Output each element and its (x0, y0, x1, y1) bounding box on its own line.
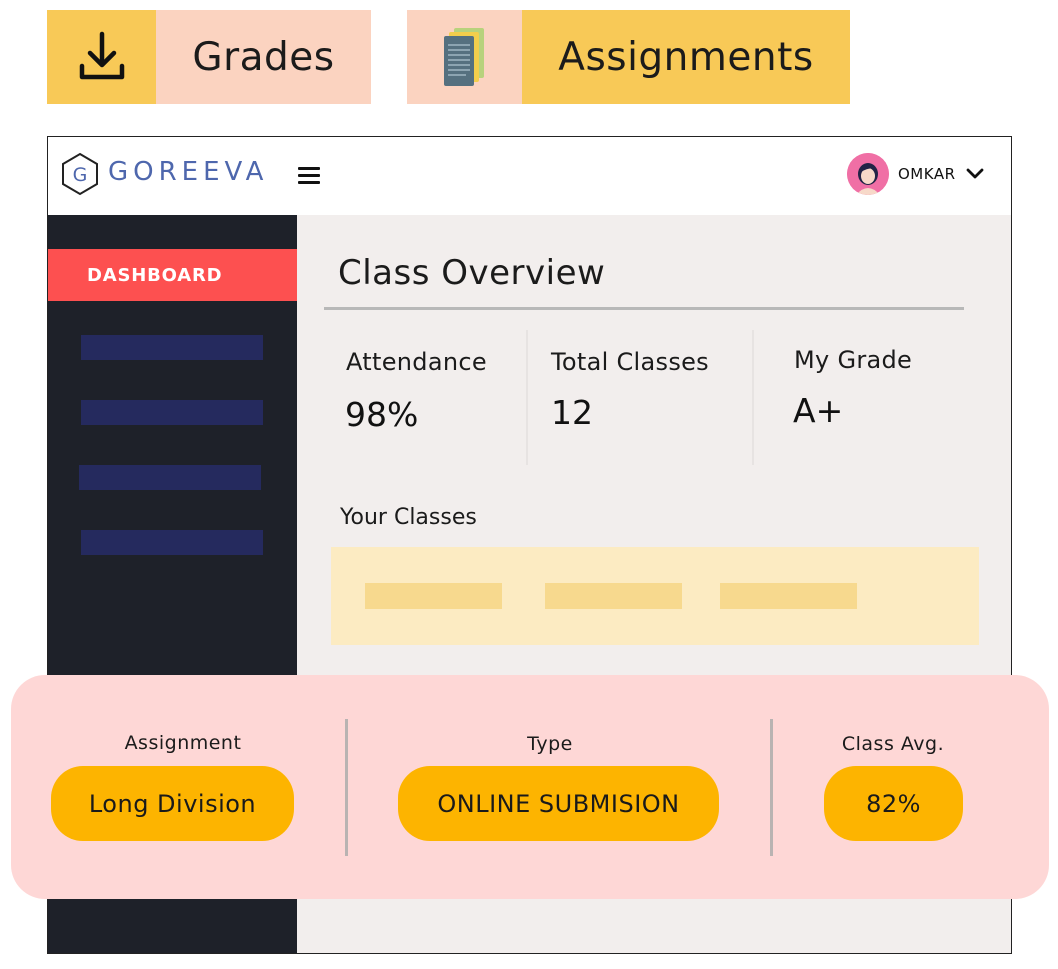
stat-label-attendance: Attendance (346, 348, 487, 376)
sidebar-item[interactable] (81, 530, 263, 555)
menu-icon[interactable] (298, 167, 320, 185)
stat-divider (752, 330, 754, 465)
title-divider (324, 307, 964, 310)
assignments-button-label: Assignments (522, 10, 850, 104)
page-title: Class Overview (338, 253, 606, 293)
class-avg-label: Class Avg. (841, 733, 945, 755)
logo-letter: G (73, 164, 88, 186)
grades-button-label: Grades (156, 10, 371, 104)
assignment-card: Assignment Long Division Type ONLINE SUB… (11, 675, 1049, 899)
stat-label-total-classes: Total Classes (551, 348, 709, 376)
your-classes-title: Your Classes (340, 505, 477, 530)
sidebar-item-dashboard[interactable]: DASHBOARD (48, 249, 297, 301)
logo-text: GOREEVA (108, 157, 269, 187)
chevron-down-icon[interactable] (966, 165, 984, 184)
type-pill[interactable]: ONLINE SUBMISION (398, 766, 719, 841)
avatar (847, 153, 889, 195)
class-item[interactable] (365, 583, 502, 609)
user-menu[interactable]: OMKAR (847, 152, 984, 196)
stat-divider (526, 330, 528, 465)
classes-list (331, 547, 979, 645)
class-item[interactable] (545, 583, 682, 609)
sidebar-item[interactable] (81, 400, 263, 425)
grades-button[interactable]: Grades (47, 10, 371, 104)
assignment-label: Assignment (124, 732, 242, 754)
type-label: Type (527, 733, 573, 755)
logo-icon: G (59, 151, 101, 201)
assignments-button[interactable]: Assignments (407, 10, 850, 104)
stat-value-total-classes: 12 (551, 393, 593, 432)
stat-value-my-grade: A+ (793, 391, 844, 430)
card-divider (345, 719, 348, 856)
top-navbar: G GOREEVA OMKAR (48, 137, 1011, 216)
assignment-name-pill[interactable]: Long Division (51, 766, 294, 841)
class-avg-pill[interactable]: 82% (824, 766, 963, 841)
download-icon (47, 10, 156, 104)
class-item[interactable] (720, 583, 857, 609)
stat-value-attendance: 98% (345, 395, 419, 434)
sidebar-item[interactable] (81, 335, 263, 360)
card-divider (770, 719, 773, 856)
user-name: OMKAR (898, 165, 956, 183)
sidebar-item[interactable] (79, 465, 261, 490)
documents-icon (407, 10, 522, 104)
stat-label-my-grade: My Grade (794, 346, 913, 374)
